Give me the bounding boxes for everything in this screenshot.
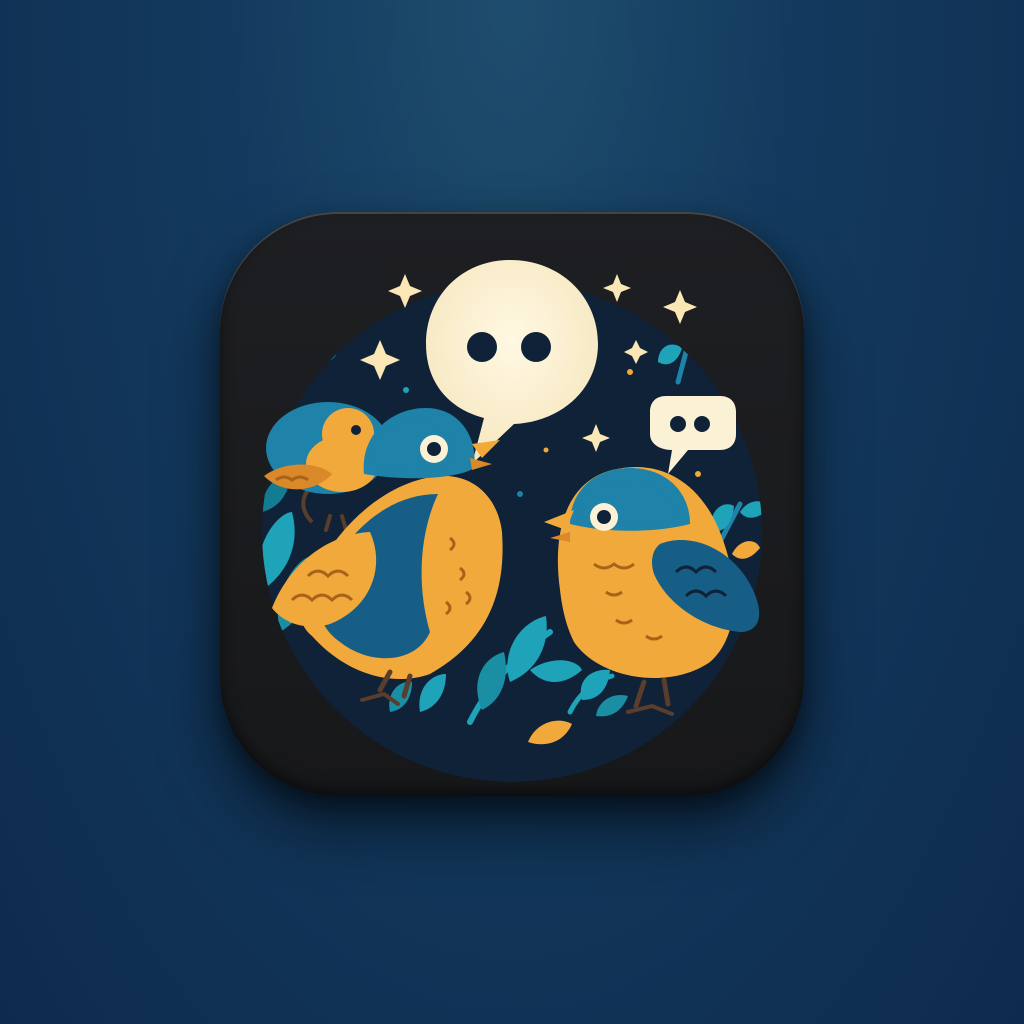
background — [0, 0, 1024, 1024]
app-icon-tile[interactable] — [220, 212, 804, 796]
chat-birds-illustration — [262, 260, 762, 782]
